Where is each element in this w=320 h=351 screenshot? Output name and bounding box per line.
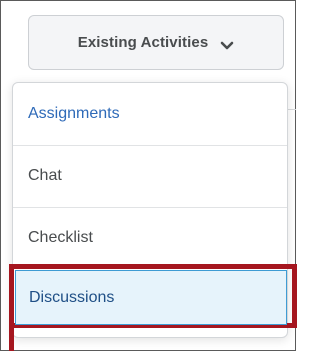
menu-item-chat[interactable]: Chat bbox=[13, 145, 287, 207]
menu-item-checklist[interactable]: Checklist bbox=[13, 207, 287, 269]
existing-activities-dropdown-button[interactable]: Existing Activities bbox=[28, 15, 284, 70]
highlight-annotation-edge bbox=[9, 326, 14, 351]
chevron-down-icon bbox=[220, 38, 234, 49]
menu-item-discussions[interactable]: Discussions bbox=[15, 270, 287, 325]
dropdown-label: Existing Activities bbox=[77, 34, 209, 51]
menu-item-assignments[interactable]: Assignments bbox=[13, 83, 287, 145]
